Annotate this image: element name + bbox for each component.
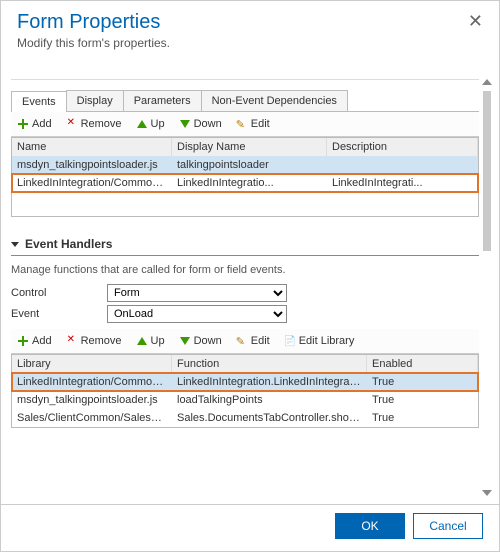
col-enabled[interactable]: Enabled	[367, 355, 478, 373]
table-row[interactable]: Sales/ClientCommon/Sales_ClientCom... Sa…	[12, 409, 478, 427]
cell-description	[327, 156, 478, 174]
edit-label: Edit	[251, 118, 270, 130]
add-icon	[17, 118, 29, 130]
up-icon	[136, 335, 148, 347]
cell-enabled: True	[367, 391, 478, 409]
tab-parameters[interactable]: Parameters	[123, 90, 202, 111]
libraries-grid: Name Display Name Description msdyn_talk…	[11, 137, 479, 217]
event-label: Event	[11, 308, 107, 320]
tab-bar: Events Display Parameters Non-Event Depe…	[11, 90, 479, 112]
handlers-grid: Library Function Enabled LinkedInIntegra…	[11, 354, 479, 428]
cell-display-name: talkingpointsloader	[172, 156, 327, 174]
cell-name: LinkedInIntegration/Common/msdyn_L...	[12, 174, 172, 192]
cell-enabled: True	[367, 373, 478, 391]
cell-display-name: LinkedInIntegratio...	[172, 174, 327, 192]
close-icon[interactable]: ✕	[468, 11, 483, 32]
section-title: Event Handlers	[25, 237, 112, 251]
add-button[interactable]: Add	[11, 333, 58, 349]
col-library[interactable]: Library	[12, 355, 172, 373]
cell-function: LinkedInIntegration.LinkedInIntegration.…	[172, 373, 367, 391]
cancel-button[interactable]: Cancel	[413, 513, 483, 539]
event-handlers-section: Event Handlers Manage functions that are…	[11, 231, 479, 428]
cell-description: LinkedInIntegrati...	[327, 174, 478, 192]
dialog-footer: OK Cancel	[1, 504, 499, 551]
col-display-name[interactable]: Display Name	[172, 138, 327, 156]
down-label: Down	[194, 118, 222, 130]
handlers-toolbar: Add Remove Up Down Edit Edit Library	[11, 329, 479, 354]
remove-icon	[66, 118, 78, 130]
library-icon	[284, 335, 296, 347]
table-row[interactable]: LinkedInIntegration/Common/msdyn_L... Li…	[12, 174, 478, 192]
remove-button[interactable]: Remove	[60, 333, 128, 349]
tab-non-event-dependencies[interactable]: Non-Event Dependencies	[201, 90, 348, 111]
edit-library-button[interactable]: Edit Library	[278, 333, 361, 349]
down-label: Down	[194, 335, 222, 347]
col-function[interactable]: Function	[172, 355, 367, 373]
handlers-grid-header: Library Function Enabled	[12, 355, 478, 373]
edit-button[interactable]: Edit	[230, 116, 276, 132]
col-name[interactable]: Name	[12, 138, 172, 156]
up-label: Up	[151, 118, 165, 130]
scrollbar-thumb[interactable]	[483, 91, 491, 251]
remove-button[interactable]: Remove	[60, 116, 128, 132]
cell-function: loadTalkingPoints	[172, 391, 367, 409]
up-button[interactable]: Up	[130, 333, 171, 349]
tab-events[interactable]: Events	[11, 91, 67, 112]
table-row[interactable]: msdyn_talkingpointsloader.js loadTalking…	[12, 391, 478, 409]
cell-enabled: True	[367, 409, 478, 427]
down-icon	[179, 118, 191, 130]
table-row[interactable]: msdyn_talkingpointsloader.js talkingpoin…	[12, 156, 478, 174]
edit-icon	[236, 335, 248, 347]
down-icon	[179, 335, 191, 347]
cell-library: Sales/ClientCommon/Sales_ClientCom...	[12, 409, 172, 427]
remove-label: Remove	[81, 335, 122, 347]
libraries-grid-header: Name Display Name Description	[12, 138, 478, 156]
add-label: Add	[32, 335, 52, 347]
section-header[interactable]: Event Handlers	[11, 231, 479, 256]
cell-function: Sales.DocumentsTabController.shouldS...	[172, 409, 367, 427]
edit-library-label: Edit Library	[299, 335, 355, 347]
cell-name: msdyn_talkingpointsloader.js	[12, 156, 172, 174]
down-button[interactable]: Down	[173, 116, 228, 132]
remove-label: Remove	[81, 118, 122, 130]
remove-icon	[66, 335, 78, 347]
down-button[interactable]: Down	[173, 333, 228, 349]
event-select[interactable]: OnLoad	[107, 305, 287, 323]
content-pane: Events Display Parameters Non-Event Depe…	[11, 79, 479, 496]
edit-icon	[236, 118, 248, 130]
table-row[interactable]: LinkedInIntegration/Common/msdyn_L... Li…	[12, 373, 478, 391]
up-label: Up	[151, 335, 165, 347]
libraries-toolbar: Add Remove Up Down Edit	[11, 112, 479, 137]
edit-label: Edit	[251, 335, 270, 347]
add-label: Add	[32, 118, 52, 130]
collapse-icon	[11, 242, 19, 247]
dialog-title: Form Properties	[17, 11, 160, 34]
section-description: Manage functions that are called for for…	[11, 264, 479, 276]
up-icon	[136, 118, 148, 130]
edit-button[interactable]: Edit	[230, 333, 276, 349]
ok-button[interactable]: OK	[335, 513, 405, 539]
cell-library: LinkedInIntegration/Common/msdyn_L...	[12, 373, 172, 391]
up-button[interactable]: Up	[130, 116, 171, 132]
tab-display[interactable]: Display	[66, 90, 124, 111]
dialog-subtitle: Modify this form's properties.	[17, 36, 483, 50]
col-description[interactable]: Description	[327, 138, 478, 156]
control-select[interactable]: Form	[107, 284, 287, 302]
add-button[interactable]: Add	[11, 116, 58, 132]
cell-library: msdyn_talkingpointsloader.js	[12, 391, 172, 409]
control-label: Control	[11, 287, 107, 299]
add-icon	[17, 335, 29, 347]
scrollbar[interactable]	[481, 79, 493, 496]
